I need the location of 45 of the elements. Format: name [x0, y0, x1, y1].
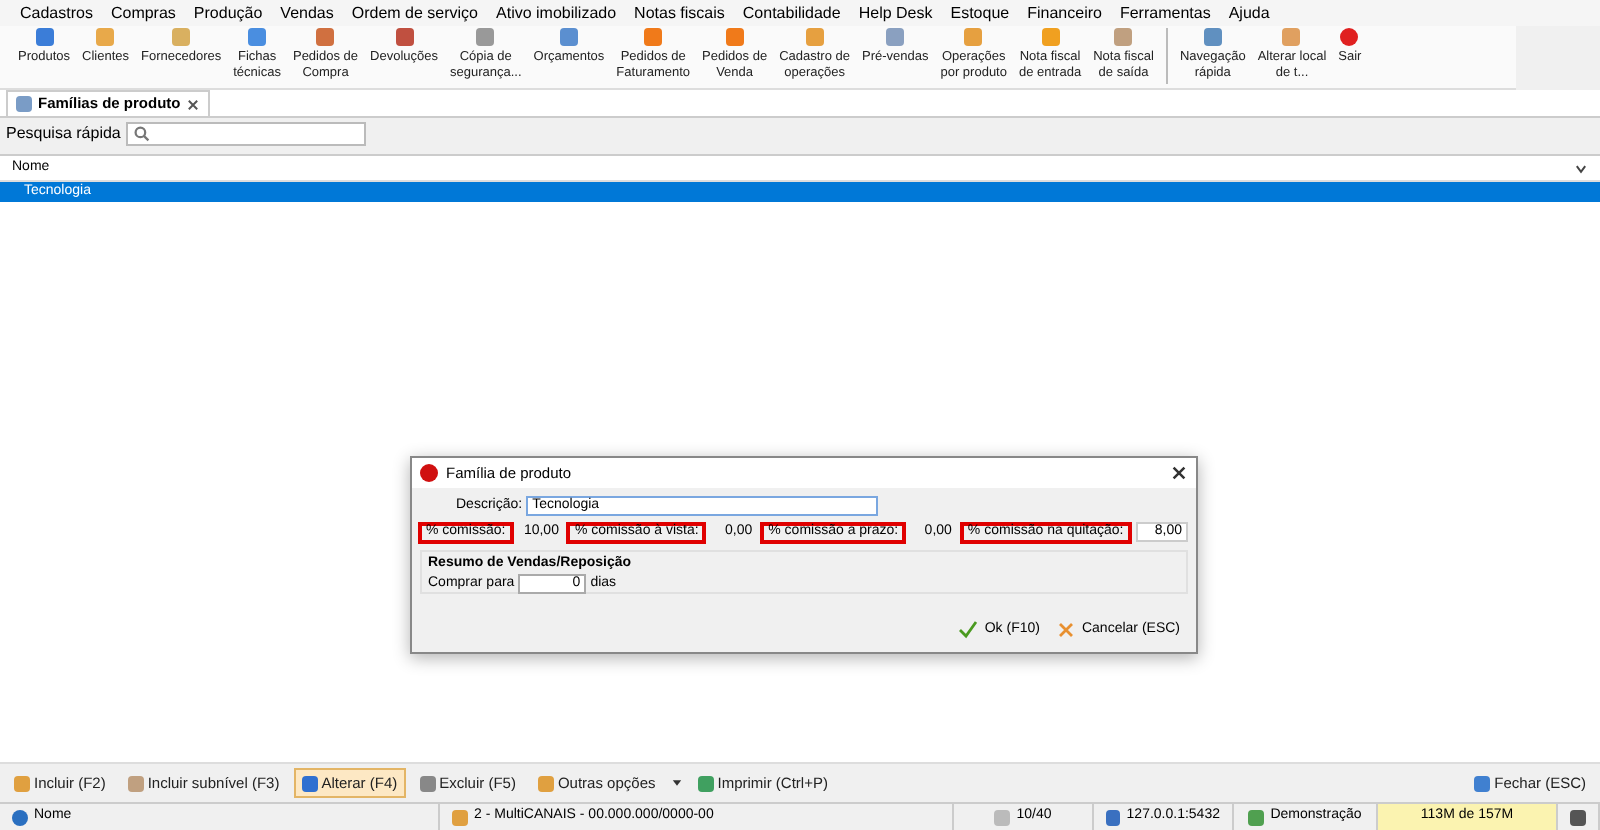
menu-item[interactable]: Compras — [110, 1, 176, 25]
menu-item[interactable]: Estoque — [950, 1, 1010, 25]
toolbar-icon — [886, 28, 905, 46]
close-icon[interactable] — [1170, 464, 1188, 482]
menu-item[interactable]: Notas fiscais — [634, 1, 725, 25]
toolbar-icon — [1041, 28, 1060, 46]
action-icon — [697, 775, 714, 791]
cross-icon — [1055, 619, 1076, 640]
action-icon — [14, 775, 30, 791]
toolbar-icon — [725, 28, 744, 46]
toolbar-icon — [316, 28, 335, 46]
toolbar-icon — [1114, 28, 1133, 46]
toolbar-icon — [1282, 28, 1301, 46]
toolbar-icon — [476, 28, 495, 46]
menu-item[interactable]: Ajuda — [1228, 1, 1270, 25]
menu-item[interactable]: Produção — [193, 1, 263, 25]
toolbar-icon — [964, 28, 983, 46]
dropdown-icon[interactable] — [1574, 161, 1588, 175]
action-icon — [127, 775, 144, 791]
toolbar-icon — [644, 28, 663, 46]
menu-item[interactable]: Financeiro — [1027, 1, 1102, 25]
search-field[interactable] — [126, 122, 367, 146]
search-label: Pesquisa rápida — [6, 122, 121, 146]
menu-item[interactable]: Contabilidade — [742, 1, 841, 25]
toolbar-icon — [1203, 28, 1222, 46]
caret-icon[interactable] — [669, 776, 684, 790]
menu-item[interactable]: Vendas — [280, 1, 334, 25]
toolbar-icon — [172, 28, 191, 46]
menu-item[interactable]: Ordem de serviço — [351, 1, 479, 25]
toolbar-icon — [248, 28, 267, 46]
menu-item[interactable]: Ativo imobilizado — [496, 1, 617, 25]
toolbar-icon — [96, 28, 115, 46]
toolbar-icon — [395, 28, 413, 46]
toolbar-icon — [559, 28, 578, 46]
toolbar-icon — [805, 28, 824, 46]
action-icon — [419, 775, 436, 791]
check-icon — [958, 619, 979, 640]
menu-item[interactable]: Ferramentas — [1119, 1, 1211, 25]
menu-item[interactable]: Cadastros — [20, 1, 93, 25]
menu-item[interactable]: Help Desk — [858, 1, 933, 25]
action-icon — [537, 775, 554, 791]
toolbar-icon — [35, 28, 54, 46]
search-icon — [134, 126, 151, 142]
close-icon[interactable] — [186, 97, 201, 111]
logo-icon — [420, 464, 438, 482]
